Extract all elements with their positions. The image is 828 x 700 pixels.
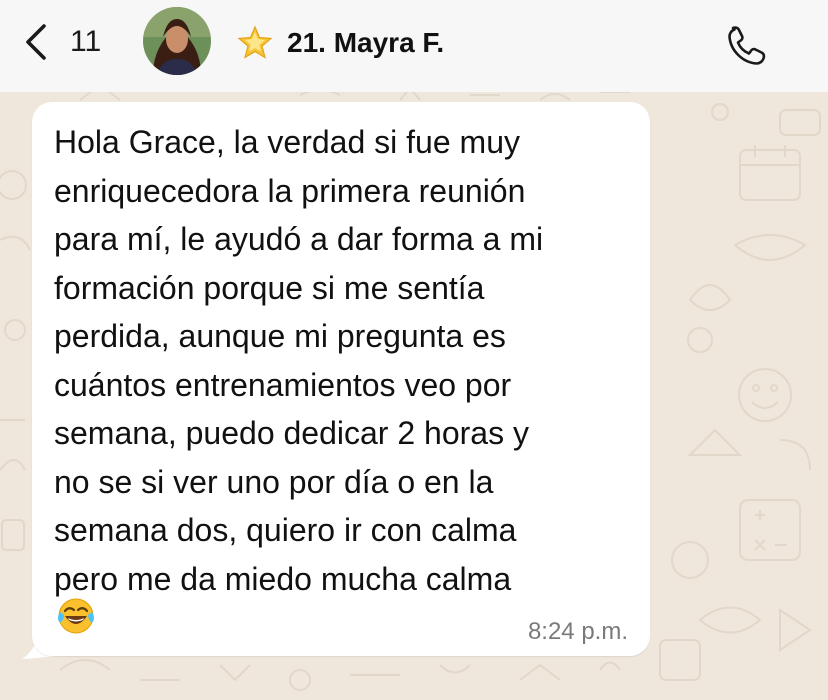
avatar[interactable] bbox=[143, 7, 211, 75]
glowing-star-icon bbox=[237, 25, 273, 59]
contact-name[interactable]: 21. Mayra F. bbox=[287, 27, 475, 59]
message-bubble[interactable]: Hola Grace, la verdad si fue muy enrique… bbox=[32, 102, 650, 656]
message-text: Hola Grace, la verdad si fue muy enrique… bbox=[54, 124, 544, 597]
face-with-tears-of-joy-icon bbox=[58, 598, 94, 634]
chevron-left-icon bbox=[26, 24, 46, 60]
phone-icon[interactable] bbox=[722, 22, 766, 66]
chat-header: 11 21. Mayra F. bbox=[0, 0, 828, 92]
unread-count: 11 bbox=[70, 25, 102, 58]
avatar-photo bbox=[143, 7, 211, 75]
message-timestamp: 8:24 p.m. bbox=[527, 618, 628, 645]
back-button[interactable]: 11 bbox=[22, 22, 101, 62]
